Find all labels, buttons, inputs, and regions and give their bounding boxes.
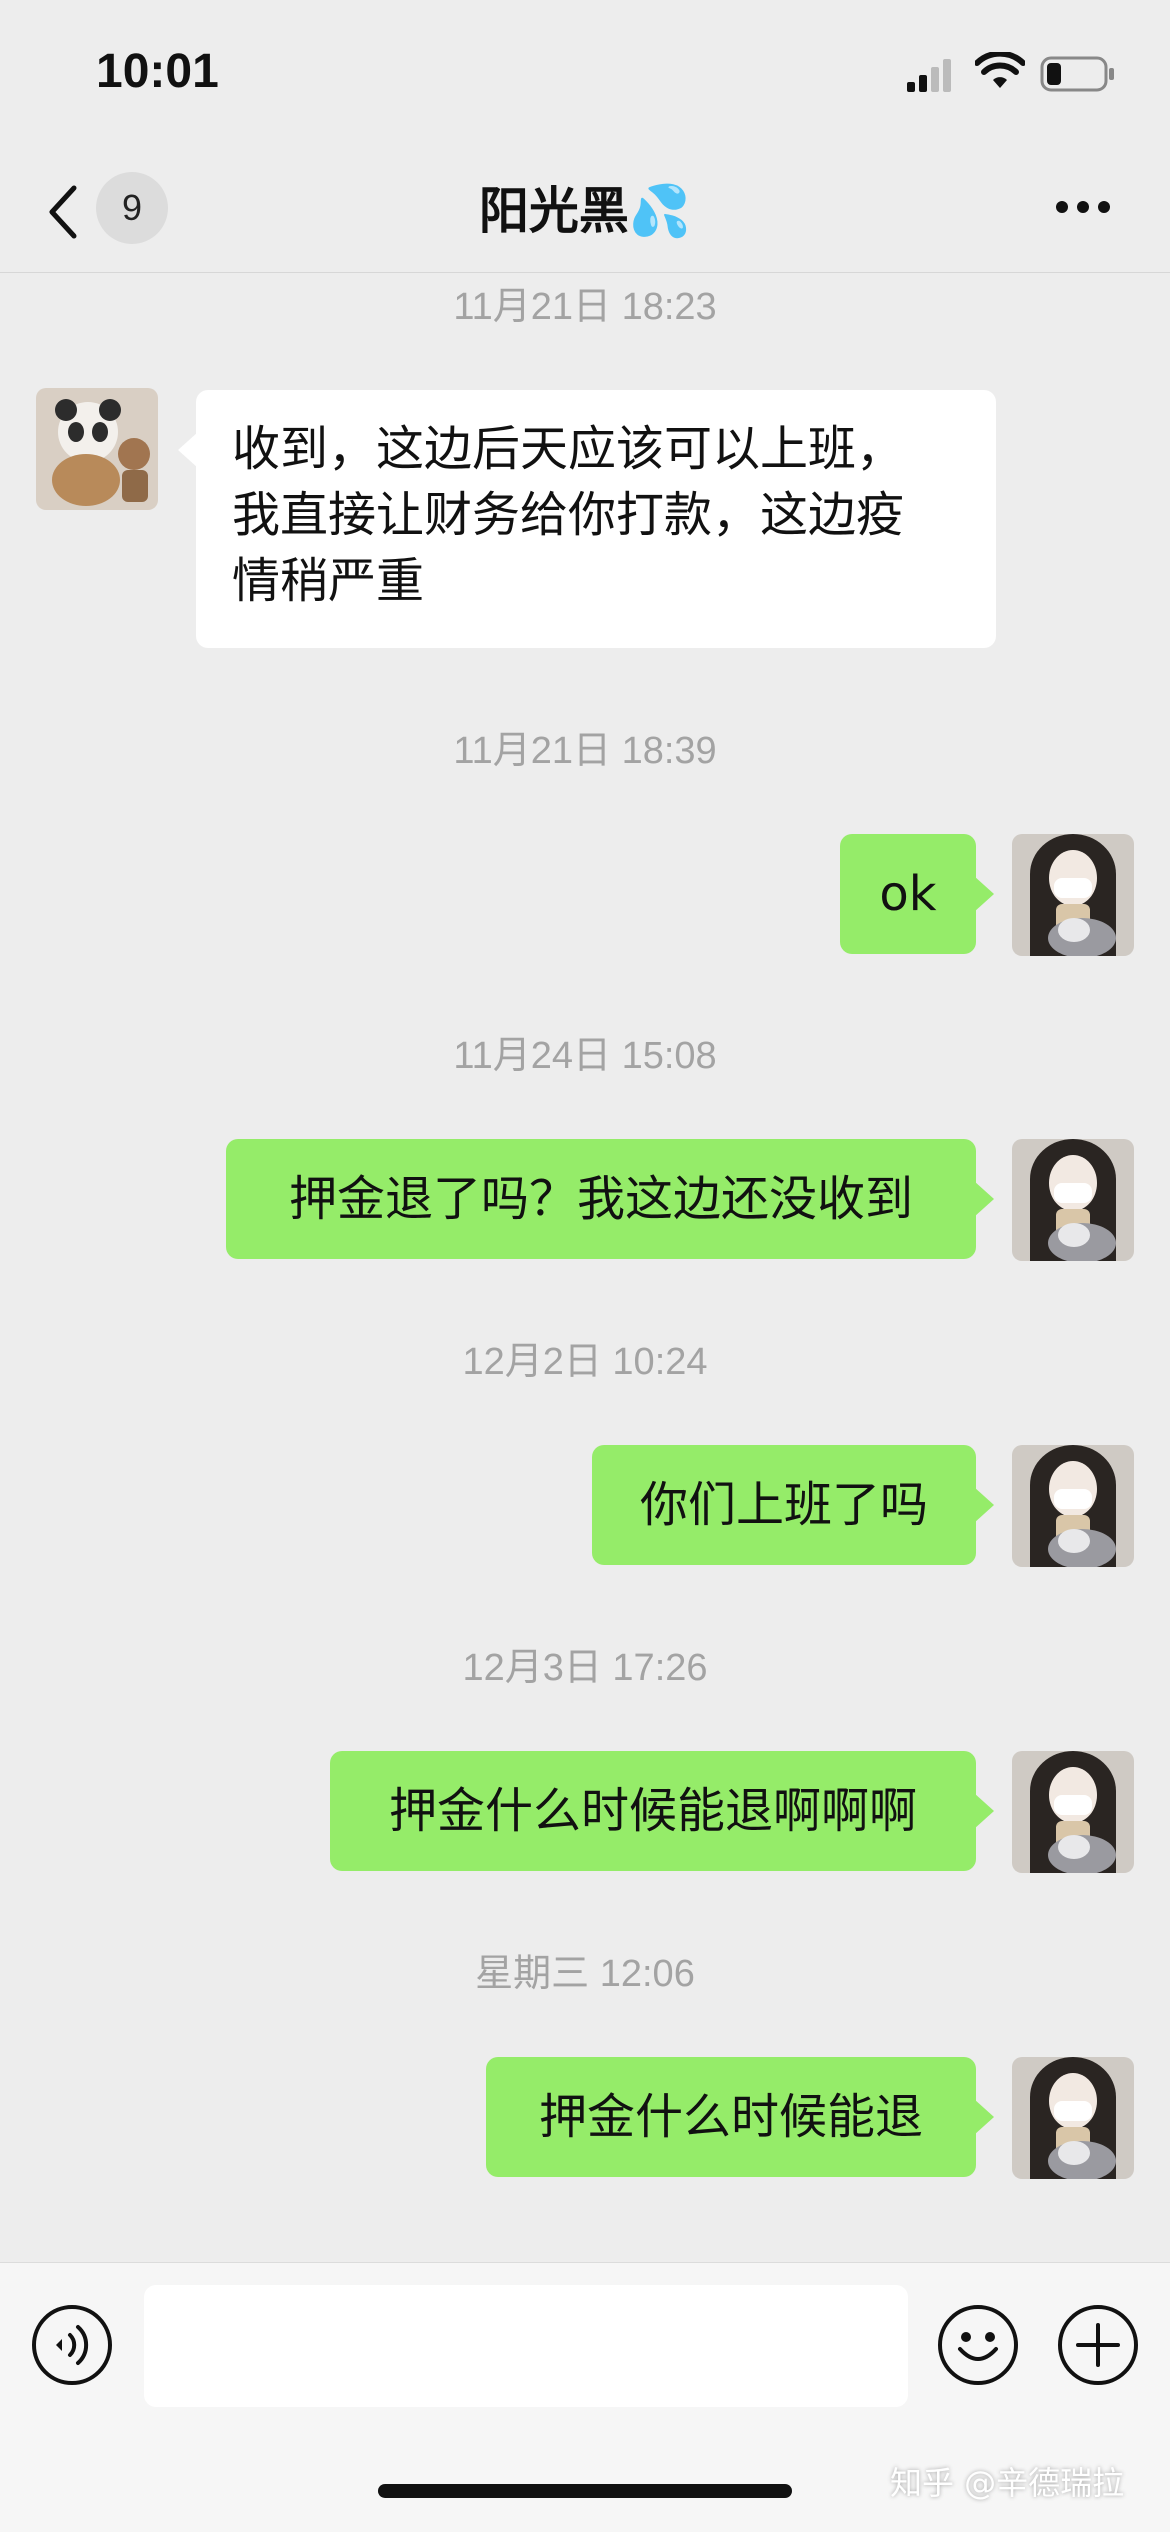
message-timestamp: 11月21日 18:39 — [453, 730, 717, 772]
message-timestamp: 11月24日 15:08 — [453, 1035, 717, 1077]
message-text: ok — [879, 866, 937, 922]
message-timestamp: 12月2日 10:24 — [462, 1341, 708, 1383]
more-dots-icon[interactable] — [1054, 192, 1112, 222]
plus-icon[interactable] — [1056, 2303, 1140, 2387]
message-input[interactable] — [144, 2285, 908, 2407]
outgoing-message-bubble[interactable]: 押金什么时候能退 — [486, 2057, 994, 2177]
message-line: 我直接让财务给你打款，这边疫 — [232, 487, 905, 543]
emoji-icon[interactable] — [936, 2303, 1020, 2387]
my-avatar[interactable] — [1012, 1751, 1134, 1873]
contact-avatar[interactable] — [36, 388, 158, 510]
outgoing-message-bubble[interactable]: 你们上班了吗 — [592, 1445, 994, 1565]
contact-name: 阳光黑 — [478, 182, 629, 240]
contact-title: 阳光黑💦 — [0, 176, 1170, 246]
my-avatar[interactable] — [1012, 834, 1134, 956]
sweat-droplets-emoji: 💦 — [628, 182, 692, 240]
chat-screen: 10:01 9 阳光黑💦 11月21日 18:23 收到，这边后天应该可以上班，… — [0, 0, 1170, 2532]
message-line: 收到，这边后天应该可以上班， — [232, 421, 905, 477]
home-indicator[interactable] — [378, 2484, 792, 2498]
outgoing-message-bubble[interactable]: ok — [840, 834, 994, 954]
message-text: 押金什么时候能退啊啊啊 — [388, 1783, 917, 1839]
message-line: 情稍严重 — [232, 553, 425, 609]
wifi-icon — [975, 52, 1025, 88]
chat-header: 9 阳光黑💦 — [0, 150, 1170, 273]
outgoing-message-bubble[interactable]: 押金什么时候能退啊啊啊 — [330, 1751, 994, 1871]
incoming-message-bubble[interactable]: 收到，这边后天应该可以上班， 我直接让财务给你打款，这边疫 情稍严重 — [178, 390, 996, 648]
message-timestamp: 11月21日 18:23 — [453, 286, 717, 328]
battery-icon — [1040, 56, 1114, 92]
message-timestamp: 12月3日 17:26 — [462, 1647, 708, 1689]
my-avatar[interactable] — [1012, 2057, 1134, 2179]
status-bar: 10:01 — [0, 0, 1170, 150]
message-text: 押金退了吗？我这边还没收到 — [288, 1171, 913, 1227]
message-timestamp: 星期三 12:06 — [475, 1953, 695, 1995]
outgoing-message-bubble[interactable]: 押金退了吗？我这边还没收到 — [226, 1139, 994, 1259]
message-text: 押金什么时候能退 — [538, 2089, 923, 2145]
watermark: 知乎 @辛德瑞拉 — [890, 2464, 1125, 2502]
voice-icon[interactable] — [30, 2303, 114, 2387]
my-avatar[interactable] — [1012, 1445, 1134, 1567]
signal-icon — [907, 59, 951, 92]
status-time: 10:01 — [96, 45, 219, 98]
my-avatar[interactable] — [1012, 1139, 1134, 1261]
message-text: 你们上班了吗 — [639, 1477, 928, 1533]
